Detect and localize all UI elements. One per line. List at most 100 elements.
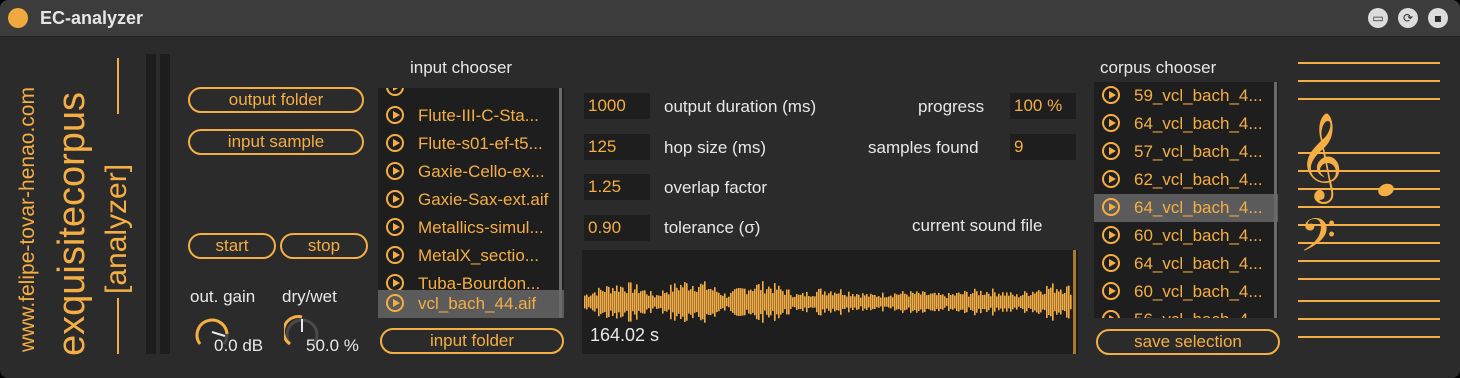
list-item[interactable] xyxy=(378,88,564,102)
input-chooser-title: input chooser xyxy=(410,58,513,77)
waveform-bar xyxy=(764,293,766,311)
refresh-icon[interactable]: ⟳ xyxy=(1398,8,1418,28)
play-icon[interactable] xyxy=(1102,142,1120,160)
play-icon[interactable] xyxy=(386,190,404,208)
list-item[interactable]: Gaxie-Cello-ex... xyxy=(378,158,564,186)
list-item[interactable]: Flute-s01-ef-t5... xyxy=(378,130,564,158)
save-selection-button[interactable]: save selection xyxy=(1096,329,1280,355)
waveform-bar xyxy=(662,290,664,314)
stop-button[interactable]: stop xyxy=(280,233,368,259)
scrollbar[interactable] xyxy=(559,88,562,318)
waveform-bar xyxy=(660,296,662,308)
overlap-factor-field[interactable]: 1.25 xyxy=(584,174,650,200)
waveform-bar xyxy=(856,294,858,310)
play-icon[interactable] xyxy=(386,106,404,124)
waveform-bar xyxy=(910,291,912,313)
play-icon[interactable] xyxy=(1102,170,1120,188)
level-meter-right xyxy=(160,54,170,354)
play-icon[interactable] xyxy=(1102,226,1120,244)
waveform-bar xyxy=(976,291,978,313)
list-item[interactable]: 59_vcl_bach_4... xyxy=(1094,82,1278,110)
duration-readout: 164.02 s xyxy=(590,325,660,345)
list-item[interactable]: Gaxie-Sax-ext.aif xyxy=(378,186,564,214)
device-toggle-icon[interactable] xyxy=(8,8,28,28)
staff-line xyxy=(1298,318,1440,320)
list-item[interactable]: Metallics-simul... xyxy=(378,214,564,242)
waveform-display[interactable]: 164.02 s xyxy=(582,250,1078,354)
waveform-bar xyxy=(852,293,854,311)
waveform-bar xyxy=(752,291,754,313)
play-icon[interactable] xyxy=(386,218,404,236)
play-icon[interactable] xyxy=(1102,198,1120,216)
waveform-bar xyxy=(1010,292,1012,312)
waveform-bar xyxy=(798,294,800,310)
waveform-bar xyxy=(806,291,808,313)
corpus-chooser-list[interactable]: 59_vcl_bach_4... 64_vcl_bach_4... 57_vcl… xyxy=(1094,82,1278,318)
waveform-bar xyxy=(1046,285,1048,319)
play-icon[interactable] xyxy=(1102,86,1120,104)
tolerance-field[interactable]: 0.90 xyxy=(584,215,650,241)
waveform-bar xyxy=(710,289,712,315)
list-item[interactable]: MetalX_sectio... xyxy=(378,242,564,270)
brand-url: www.felipe-tovar-henao.com xyxy=(16,87,39,352)
output-folder-button[interactable]: output folder xyxy=(188,87,364,113)
start-button[interactable]: start xyxy=(188,233,276,259)
list-item-selected[interactable]: 64_vcl_bach_4... xyxy=(1094,194,1278,222)
waveform-bar xyxy=(872,294,874,310)
waveform-bar xyxy=(984,294,986,310)
waveform-bar xyxy=(828,293,830,311)
save-icon[interactable]: ▪ xyxy=(1428,8,1448,28)
list-item[interactable]: 64_vcl_bach_4... xyxy=(1094,110,1278,138)
input-sample-button[interactable]: input sample xyxy=(188,129,364,155)
list-item-label: 64_vcl_bach_4... xyxy=(1134,114,1263,133)
list-item[interactable]: 56_vcl_bach_4... xyxy=(1094,306,1278,318)
waveform-bar xyxy=(602,291,604,313)
waveform-bar xyxy=(796,294,798,310)
play-icon[interactable] xyxy=(1102,114,1120,132)
waveform-bar xyxy=(610,293,612,311)
play-icon[interactable] xyxy=(386,294,404,312)
play-icon[interactable] xyxy=(386,162,404,180)
list-item-label: 56_vcl_bach_4... xyxy=(1134,310,1263,318)
staff-line xyxy=(1298,206,1440,208)
waveform-bar xyxy=(1032,291,1034,313)
list-item[interactable]: 60_vcl_bach_4... xyxy=(1094,222,1278,250)
input-folder-button[interactable]: input folder xyxy=(380,328,564,354)
dry-wet-value: 50.0 % xyxy=(306,336,359,355)
waveform-bar xyxy=(664,293,666,311)
scrollbar[interactable] xyxy=(1274,82,1277,318)
corpus-chooser-title: corpus chooser xyxy=(1100,58,1217,77)
play-icon[interactable] xyxy=(386,88,404,96)
play-icon[interactable] xyxy=(1102,310,1120,318)
waveform-bar xyxy=(618,291,620,313)
waveform-bar xyxy=(808,296,810,308)
waveform-bar xyxy=(904,293,906,311)
waveform-bar xyxy=(614,291,616,313)
play-icon[interactable] xyxy=(1102,282,1120,300)
play-icon[interactable] xyxy=(386,246,404,264)
input-chooser-list[interactable]: Flute-III-C-Sta... Flute-s01-ef-t5... Ga… xyxy=(378,88,564,318)
list-item-label: 62_vcl_bach_4... xyxy=(1134,170,1263,189)
waveform-bar xyxy=(772,293,774,311)
hop-size-field[interactable]: 125 xyxy=(584,134,650,160)
play-icon[interactable] xyxy=(386,134,404,152)
waveform-bar xyxy=(1004,295,1006,309)
window-icon[interactable]: ▭ xyxy=(1368,8,1388,28)
waveform-bar xyxy=(592,293,594,311)
list-item[interactable]: 57_vcl_bach_4... xyxy=(1094,138,1278,166)
waveform-bar xyxy=(1036,291,1038,313)
waveform-bar xyxy=(724,293,726,311)
waveform-bar xyxy=(786,289,788,315)
waveform-bar xyxy=(658,295,660,309)
waveform-bar xyxy=(930,293,932,311)
waveform-bar xyxy=(1012,294,1014,310)
waveform-bar xyxy=(726,297,728,307)
play-icon[interactable] xyxy=(1102,254,1120,272)
list-item[interactable]: 64_vcl_bach_4... xyxy=(1094,250,1278,278)
waveform-bar xyxy=(926,295,928,309)
list-item[interactable]: 60_vcl_bach_4... xyxy=(1094,278,1278,306)
list-item[interactable]: 62_vcl_bach_4... xyxy=(1094,166,1278,194)
output-duration-field[interactable]: 1000 xyxy=(584,93,650,119)
list-item-selected[interactable]: vcl_bach_44.aif xyxy=(378,290,564,318)
list-item[interactable]: Flute-III-C-Sta... xyxy=(378,102,564,130)
